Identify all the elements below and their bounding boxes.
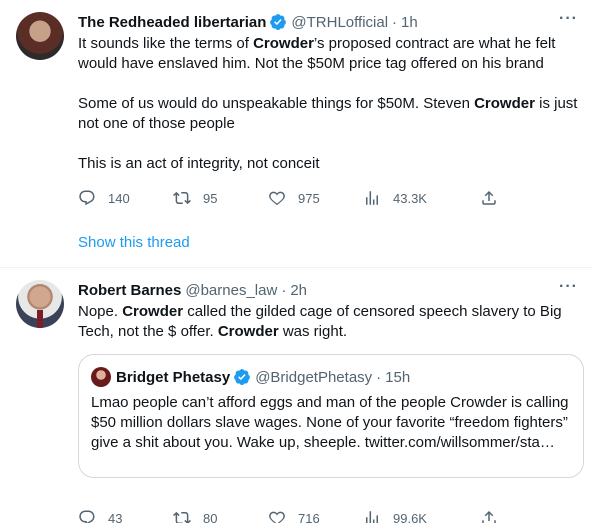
tweet-header: The Redheaded libertarian @TRHLofficial … bbox=[78, 12, 576, 32]
quoted-tweet-header: Bridget Phetasy @BridgetPhetasy · 15h bbox=[91, 367, 571, 387]
like-button[interactable]: 975 bbox=[268, 189, 363, 207]
hashtag-crowder[interactable]: Crowder bbox=[218, 323, 279, 340]
avatar[interactable] bbox=[16, 280, 64, 328]
reply-icon bbox=[79, 190, 95, 206]
handle: @BridgetPhetasy bbox=[255, 368, 373, 386]
share-button[interactable] bbox=[480, 509, 510, 523]
avatar bbox=[91, 367, 111, 387]
reply-icon bbox=[79, 510, 95, 523]
retweet-button[interactable]: 80 bbox=[173, 509, 268, 523]
share-icon bbox=[482, 190, 496, 205]
handle[interactable]: @TRHLofficial bbox=[291, 14, 388, 31]
show-thread-link[interactable]: Show this thread bbox=[78, 234, 190, 251]
reply-button[interactable]: 140 bbox=[78, 189, 173, 207]
separator-dot: · bbox=[281, 281, 287, 299]
more-icon[interactable]: ··· bbox=[559, 10, 578, 28]
hashtag-crowder[interactable]: Crowder bbox=[474, 95, 535, 112]
avatar[interactable] bbox=[16, 12, 64, 60]
separator-dot: · bbox=[392, 13, 398, 31]
tweet-text: Nope. Crowder called the gilded cage of … bbox=[78, 303, 562, 340]
quoted-tweet-text: Lmao people can’t afford eggs and man of… bbox=[91, 394, 569, 451]
action-bar: 140 95 975 43.3K bbox=[78, 188, 518, 208]
views-icon bbox=[366, 511, 378, 523]
display-name: Bridget Phetasy bbox=[116, 368, 231, 386]
timestamp[interactable]: 1h bbox=[401, 14, 418, 31]
reply-button[interactable]: 43 bbox=[78, 509, 173, 523]
action-bar: 43 80 716 99.6K bbox=[78, 508, 518, 523]
tweet[interactable]: ··· Robert Barnes @barnes_law · 2h Nope.… bbox=[0, 268, 592, 523]
like-icon bbox=[269, 511, 285, 523]
quoted-tweet[interactable]: Bridget Phetasy @BridgetPhetasy · 15h Lm… bbox=[78, 354, 584, 478]
more-icon[interactable]: ··· bbox=[559, 278, 578, 296]
tweet[interactable]: ··· The Redheaded libertarian @TRHLoffic… bbox=[0, 0, 592, 268]
share-icon bbox=[482, 510, 496, 523]
like-button[interactable]: 716 bbox=[268, 509, 363, 523]
views-button[interactable]: 43.3K bbox=[363, 189, 480, 207]
timestamp: 15h bbox=[385, 368, 411, 386]
hashtag-crowder[interactable]: Crowder bbox=[122, 303, 183, 320]
share-button[interactable] bbox=[480, 189, 510, 207]
like-icon bbox=[269, 191, 285, 206]
tweet-header: Robert Barnes @barnes_law · 2h bbox=[78, 280, 576, 300]
handle[interactable]: @barnes_law bbox=[185, 282, 277, 299]
retweet-button[interactable]: 95 bbox=[173, 189, 268, 207]
separator-dot: · bbox=[376, 368, 382, 386]
verified-badge-icon bbox=[234, 369, 251, 385]
hashtag-crowder[interactable]: Crowder bbox=[253, 35, 314, 52]
verified-badge-icon bbox=[270, 14, 287, 30]
display-name[interactable]: The Redheaded libertarian bbox=[78, 14, 266, 31]
views-button[interactable]: 99.6K bbox=[363, 509, 480, 523]
tweet-text: It sounds like the terms of Crowder’s pr… bbox=[78, 35, 578, 172]
display-name[interactable]: Robert Barnes bbox=[78, 282, 181, 299]
quoted-link: twitter.com/willsommer/sta… bbox=[364, 434, 555, 451]
retweet-icon bbox=[173, 191, 191, 205]
views-icon bbox=[366, 191, 378, 205]
retweet-icon bbox=[173, 511, 191, 523]
timestamp[interactable]: 2h bbox=[290, 282, 307, 299]
